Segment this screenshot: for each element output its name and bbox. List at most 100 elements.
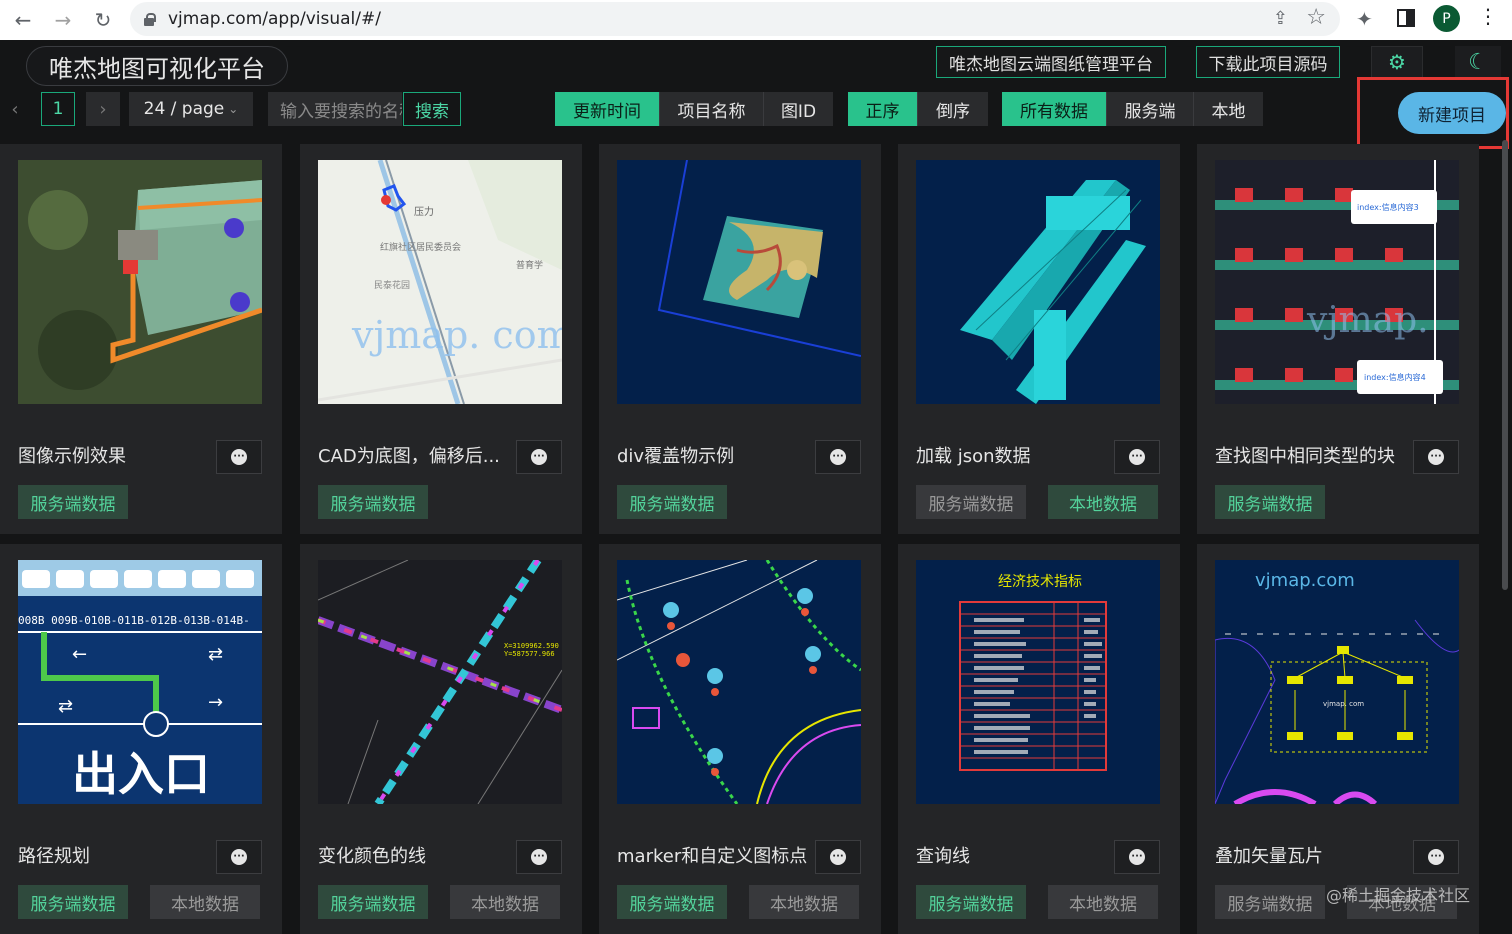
ellipsis-icon: ··· (531, 849, 547, 865)
highlight-box (1357, 77, 1509, 149)
card-thumbnail[interactable]: X=3109962.590 Y=587577.966 (318, 560, 562, 804)
card-thumbnail[interactable]: 压力 红旗社区居民委员会 普育学 民泰花园 vjmap. com (318, 160, 562, 404)
svg-text:→: → (208, 692, 223, 713)
server-data-tag[interactable]: 服务端数据 (916, 885, 1026, 919)
bookmark-star-icon[interactable]: ☆ (1306, 5, 1326, 30)
page-number-button[interactable]: 1 (41, 92, 75, 126)
more-options-button[interactable]: ··· (216, 440, 262, 474)
project-card[interactable]: 经济技术指标 查询线 ··· 服务端数据 本地数据 (898, 544, 1180, 934)
settings-button[interactable]: ⚙ (1371, 46, 1423, 78)
back-arrow-icon[interactable]: ← (4, 2, 42, 38)
more-options-button[interactable]: ··· (516, 840, 562, 874)
ellipsis-icon: ··· (1129, 849, 1145, 865)
next-page-button[interactable]: › (86, 92, 120, 126)
card-thumbnail[interactable]: vjmap.com vjmap. com (1215, 560, 1459, 804)
project-card[interactable]: div覆盖物示例 ··· 服务端数据 (599, 144, 881, 534)
app-root: 唯杰地图可视化平台 唯杰地图云端图纸管理平台 下载此项目源码 ⚙ ☾ ‹ 1 ›… (0, 40, 1512, 934)
sort-by-map-id[interactable]: 图ID (764, 92, 833, 126)
more-options-button[interactable]: ··· (516, 440, 562, 474)
table-title: 经济技术指标 (998, 574, 1082, 590)
order-descending[interactable]: 倒序 (918, 92, 988, 126)
card-thumbnail[interactable]: 经济技术指标 (916, 560, 1160, 804)
moon-icon: ☾ (1468, 49, 1488, 75)
share-icon[interactable]: ⇪ (1273, 8, 1288, 29)
sort-by-update-time[interactable]: 更新时间 (555, 92, 660, 126)
page-size-label: 24 / page (143, 99, 225, 119)
ellipsis-icon: ··· (830, 449, 846, 465)
local-data-tag[interactable]: 本地数据 (749, 885, 859, 919)
page-size-select[interactable]: 24 / page ⌄ (129, 92, 253, 126)
more-options-button[interactable]: ··· (1114, 840, 1160, 874)
more-options-button[interactable]: ··· (1413, 840, 1459, 874)
prev-page-button[interactable]: ‹ (0, 92, 30, 126)
order-ascending[interactable]: 正序 (848, 92, 918, 126)
card-title: div覆盖物示例 (617, 446, 735, 467)
forward-arrow-icon[interactable]: → (44, 2, 82, 38)
server-data-tag[interactable]: 服务端数据 (1215, 485, 1325, 519)
server-data-tag[interactable]: 服务端数据 (617, 885, 727, 919)
server-data-tag[interactable]: 服务端数据 (318, 485, 428, 519)
server-data-tag[interactable]: 服务端数据 (916, 485, 1026, 519)
card-thumbnail[interactable] (18, 160, 262, 404)
project-card[interactable]: index:信息内容3 index:信息内容4 vjmap. 查找图中相同类型的… (1197, 144, 1479, 534)
card-title: 变化颜色的线 (318, 846, 426, 867)
app-title: 唯杰地图可视化平台 (26, 46, 288, 86)
more-options-button[interactable]: ··· (1114, 440, 1160, 474)
local-data-tag[interactable]: 本地数据 (1048, 485, 1158, 519)
more-options-button[interactable]: ··· (815, 840, 861, 874)
card-thumbnail[interactable] (617, 160, 861, 404)
reload-icon[interactable]: ↻ (84, 2, 122, 38)
server-data-tag[interactable]: 服务端数据 (18, 485, 128, 519)
card-thumbnail[interactable]: index:信息内容3 index:信息内容4 vjmap. (1215, 160, 1459, 404)
lock-icon (144, 12, 156, 26)
card-title: CAD为底图，偏移后... (318, 446, 500, 467)
filter-local[interactable]: 本地 (1194, 92, 1263, 126)
project-card[interactable]: X=3109962.590 Y=587577.966 变化颜色的线 ··· 服务… (300, 544, 582, 934)
theme-toggle-button[interactable]: ☾ (1455, 46, 1501, 78)
card-thumbnail[interactable] (916, 160, 1160, 404)
local-data-tag[interactable]: 本地数据 (150, 885, 260, 919)
filter-all-data[interactable]: 所有数据 (1002, 92, 1107, 126)
server-data-tag[interactable]: 服务端数据 (18, 885, 128, 919)
local-data-tag[interactable]: 本地数据 (1048, 885, 1158, 919)
search-button[interactable]: 搜索 (403, 92, 461, 126)
project-card[interactable]: marker和自定义图标点 ··· 服务端数据 本地数据 (599, 544, 881, 934)
card-thumbnail[interactable] (617, 560, 861, 804)
chevron-down-icon: ⌄ (228, 102, 239, 116)
vjmap-title: vjmap.com (1255, 570, 1355, 591)
server-data-tag[interactable]: 服务端数据 (1215, 885, 1325, 919)
search-input[interactable]: 输入要搜索的名称 (268, 92, 402, 126)
address-bar[interactable]: vjmap.com/app/visual/#/ ⇪ ☆ (130, 2, 1340, 36)
project-card[interactable]: vjmap.com vjmap. com 叠加矢量瓦片 ··· 服务端数据 本地… (1197, 544, 1479, 934)
profile-avatar[interactable]: P (1433, 5, 1460, 32)
popup-text: index:信息内容3 (1357, 202, 1419, 212)
ellipsis-icon: ··· (1428, 449, 1444, 465)
page-scrollbar[interactable] (1502, 140, 1508, 590)
bay-labels: 008B 009B-010B-011B-012B-013B-014B- (18, 614, 250, 627)
project-card[interactable]: 加载 json数据 ··· 服务端数据 本地数据 (898, 144, 1180, 534)
local-data-tag[interactable]: 本地数据 (450, 885, 560, 919)
filter-server[interactable]: 服务端 (1107, 92, 1194, 126)
card-thumbnail[interactable]: 008B 009B-010B-011B-012B-013B-014B- ← ⇄ … (18, 560, 262, 804)
server-data-tag[interactable]: 服务端数据 (318, 885, 428, 919)
cloud-platform-button[interactable]: 唯杰地图云端图纸管理平台 (936, 46, 1166, 78)
side-panel-icon[interactable] (1397, 9, 1415, 27)
more-options-button[interactable]: ··· (1413, 440, 1459, 474)
server-data-tag[interactable]: 服务端数据 (617, 485, 727, 519)
download-source-button[interactable]: 下载此项目源码 (1196, 46, 1340, 78)
more-options-button[interactable]: ··· (216, 840, 262, 874)
browser-menu-icon[interactable]: ⋮ (1478, 4, 1498, 28)
coord-label: X=3109962.590 (504, 642, 559, 650)
ellipsis-icon: ··· (830, 849, 846, 865)
card-title: 查询线 (916, 846, 970, 867)
map-label: 普育学 (516, 259, 543, 271)
project-card[interactable]: 压力 红旗社区居民委员会 普育学 民泰花园 vjmap. com CAD为底图，… (300, 144, 582, 534)
sort-by-name[interactable]: 项目名称 (660, 92, 764, 126)
vjmap-watermark: vjmap. (1306, 300, 1429, 341)
project-card[interactable]: 图像示例效果 ··· 服务端数据 (0, 144, 282, 534)
vjmap-subtitle: vjmap. com (1323, 700, 1364, 708)
project-card[interactable]: 008B 009B-010B-011B-012B-013B-014B- ← ⇄ … (0, 544, 282, 934)
extensions-puzzle-icon[interactable]: ✦ (1356, 7, 1373, 31)
coord-label: Y=587577.966 (504, 650, 555, 658)
more-options-button[interactable]: ··· (815, 440, 861, 474)
